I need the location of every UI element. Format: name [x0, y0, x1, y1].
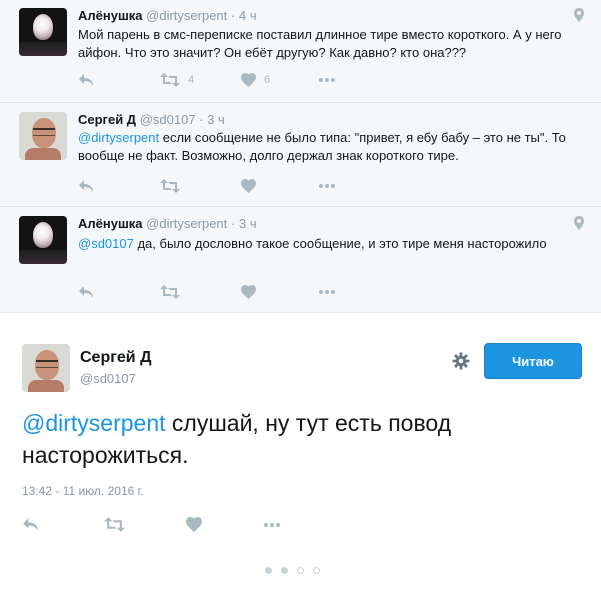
- like-icon: [241, 284, 256, 299]
- mention-link[interactable]: @sd0107: [78, 236, 134, 251]
- pagination-dot[interactable]: [281, 567, 288, 574]
- like-button[interactable]: [186, 516, 202, 533]
- reply-button[interactable]: [78, 71, 94, 87]
- tweet-timestamp[interactable]: 13:42 - 11 июл. 2016 г.: [22, 484, 144, 498]
- tweet-time[interactable]: · 4 ч: [231, 8, 257, 23]
- reply-button[interactable]: [78, 283, 94, 299]
- like-button[interactable]: [241, 177, 256, 193]
- reply-icon: [23, 518, 38, 531]
- like-icon: [241, 178, 256, 193]
- main-tweet: Сергей Д @sd0107 Читаю @dirtyserpent слу…: [0, 313, 601, 591]
- tweet-header: Сергей Д @sd0107 · 3 ч: [78, 112, 225, 127]
- user-handle[interactable]: @sd0107: [80, 371, 136, 386]
- more-icon: [264, 522, 280, 527]
- reply-button[interactable]: [78, 177, 94, 193]
- user-name[interactable]: Алёнушка: [78, 8, 143, 23]
- mention-link[interactable]: @dirtyserpent: [22, 410, 166, 436]
- retweet-icon: [160, 72, 180, 87]
- pagination-dots: [265, 561, 329, 579]
- like-button[interactable]: 6: [241, 71, 270, 88]
- more-icon: [319, 77, 335, 82]
- avatar[interactable]: [19, 216, 67, 264]
- tweet-time[interactable]: · 3 ч: [199, 112, 225, 127]
- avatar[interactable]: [22, 344, 70, 392]
- retweet-icon: [160, 178, 180, 193]
- more-button[interactable]: [318, 177, 336, 193]
- reply-icon: [79, 285, 93, 298]
- tweet-body: Мой парень в смс-переписке поставил длин…: [78, 27, 562, 60]
- retweet-icon: [104, 517, 125, 532]
- tweet-actions: [78, 283, 378, 299]
- user-name[interactable]: Сергей Д: [78, 112, 136, 127]
- tweet-actions: 4 6: [78, 71, 378, 87]
- avatar[interactable]: [19, 112, 67, 160]
- mention-link[interactable]: @dirtyserpent: [78, 130, 159, 145]
- tweet-actions: [22, 516, 322, 533]
- user-handle[interactable]: @dirtyserpent: [146, 216, 227, 231]
- like-icon: [241, 72, 256, 87]
- more-icon: [319, 289, 335, 294]
- reply-tweet-3[interactable]: Алёнушка @dirtyserpent · 3 ч @sd0107 да,…: [0, 207, 601, 313]
- retweet-icon: [160, 284, 180, 299]
- tweet-body: да, было дословно такое сообщение, и это…: [133, 236, 547, 251]
- like-button[interactable]: [241, 283, 256, 299]
- tweet-text: @sd0107 да, было дословно такое сообщени…: [78, 235, 578, 253]
- user-handle[interactable]: @sd0107: [140, 112, 196, 127]
- reply-icon: [79, 73, 93, 86]
- user-name[interactable]: Алёнушка: [78, 216, 143, 231]
- retweet-count: 4: [188, 73, 195, 86]
- following-button[interactable]: Читаю: [484, 343, 582, 379]
- location-icon[interactable]: [574, 8, 584, 27]
- more-button[interactable]: [318, 71, 336, 87]
- gear-icon[interactable]: [452, 352, 470, 375]
- more-button[interactable]: [318, 283, 336, 299]
- pagination-dot[interactable]: [297, 567, 304, 574]
- more-icon: [319, 183, 335, 188]
- tweet-text: @dirtyserpent слушай, ну тут есть повод …: [22, 407, 582, 471]
- tweet-time[interactable]: · 3 ч: [231, 216, 257, 231]
- reply-tweet-1[interactable]: Алёнушка @dirtyserpent · 4 ч Мой парень …: [0, 0, 601, 103]
- tweet-header: Алёнушка @dirtyserpent · 4 ч: [78, 8, 256, 23]
- tweet-actions: [78, 177, 378, 193]
- reply-icon: [79, 179, 93, 192]
- avatar[interactable]: [19, 8, 67, 56]
- location-icon[interactable]: [574, 216, 584, 235]
- retweet-button[interactable]: [160, 283, 180, 299]
- tweet-text: Мой парень в смс-переписке поставил длин…: [78, 26, 578, 62]
- retweet-button[interactable]: [104, 516, 125, 532]
- like-icon: [186, 517, 202, 533]
- user-name[interactable]: Сергей Д: [80, 349, 151, 367]
- more-button[interactable]: [263, 516, 281, 532]
- retweet-button[interactable]: [160, 177, 180, 193]
- pagination-dot[interactable]: [265, 567, 272, 574]
- pagination-dot[interactable]: [313, 567, 320, 574]
- like-count: 6: [264, 73, 271, 86]
- reply-tweet-2[interactable]: Сергей Д @sd0107 · 3 ч @dirtyserpent есл…: [0, 103, 601, 207]
- reply-button[interactable]: [22, 516, 39, 532]
- tweet-text: @dirtyserpent если сообщение не было тип…: [78, 129, 578, 165]
- user-handle[interactable]: @dirtyserpent: [146, 8, 227, 23]
- retweet-button[interactable]: 4: [160, 71, 194, 88]
- tweet-header: Алёнушка @dirtyserpent · 3 ч: [78, 216, 256, 231]
